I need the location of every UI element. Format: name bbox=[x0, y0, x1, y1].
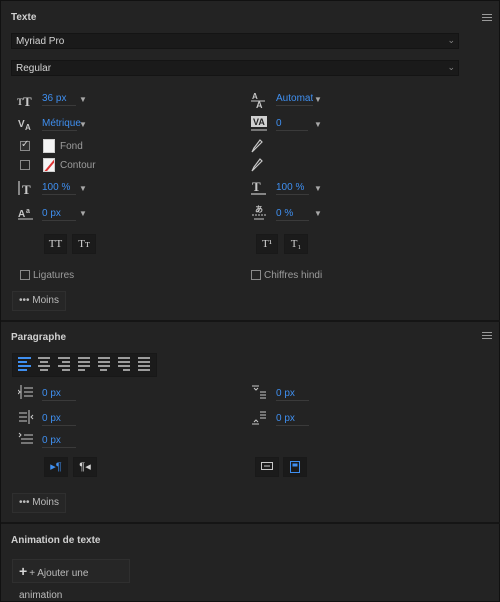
indent-left-icon bbox=[17, 385, 35, 401]
fill-label: Fond bbox=[60, 141, 83, 152]
baseline-shift-field[interactable]: 0 px bbox=[42, 208, 76, 221]
vertical-scale-icon: T bbox=[17, 180, 35, 197]
section-title-paragraphe: Paragraphe bbox=[11, 332, 67, 343]
section-title-animation: Animation de texte bbox=[11, 535, 101, 546]
add-animation-label: + Ajouter une animation bbox=[19, 568, 89, 601]
chevron-down-icon[interactable]: ▼ bbox=[314, 209, 322, 218]
svg-text:A: A bbox=[18, 209, 25, 220]
texte-less-button[interactable]: ••• Moins bbox=[12, 291, 66, 311]
text-box-auto-button[interactable] bbox=[255, 457, 279, 477]
stroke-label: Contour bbox=[60, 160, 96, 171]
svg-text:T: T bbox=[23, 94, 32, 108]
hamburger-icon[interactable] bbox=[482, 14, 492, 22]
eyedropper-icon[interactable] bbox=[251, 158, 263, 172]
kerning-icon: VA bbox=[17, 116, 35, 132]
hindi-digits-label: Chiffres hindi bbox=[264, 270, 323, 281]
rtl-direction-button[interactable]: ¶◂ bbox=[73, 457, 97, 477]
hamburger-icon[interactable] bbox=[482, 332, 492, 340]
chevron-down-icon[interactable]: ▼ bbox=[314, 120, 322, 129]
svg-text:A: A bbox=[25, 123, 31, 132]
stroke-checkbox[interactable] bbox=[20, 160, 30, 170]
space-before-icon bbox=[250, 385, 268, 401]
section-title-texte: Texte bbox=[11, 12, 37, 23]
plus-icon: + bbox=[19, 563, 28, 579]
font-family-dropdown[interactable]: Myriad Pro ⌄ bbox=[11, 33, 459, 49]
svg-text:V: V bbox=[18, 119, 25, 130]
chevron-down-icon[interactable]: ▼ bbox=[314, 95, 322, 104]
small-caps-button[interactable]: Tт bbox=[72, 234, 96, 254]
align-left-button[interactable] bbox=[18, 357, 34, 373]
all-caps-button[interactable]: TT bbox=[44, 234, 67, 254]
horizontal-scale-icon: T bbox=[250, 179, 268, 195]
svg-text:VA: VA bbox=[253, 117, 265, 127]
subscript-button[interactable]: T₁ bbox=[284, 234, 308, 254]
section-divider bbox=[1, 320, 500, 322]
paragraphe-less-button[interactable]: ••• Moins bbox=[12, 493, 66, 513]
chevron-down-icon[interactable]: ▼ bbox=[79, 184, 87, 193]
svg-text:T: T bbox=[252, 179, 261, 194]
kerning-field[interactable]: Métrique bbox=[42, 118, 81, 131]
text-box-fixed-button[interactable] bbox=[283, 457, 307, 477]
align-center-button[interactable] bbox=[38, 357, 54, 373]
chevron-down-icon[interactable]: ▼ bbox=[79, 120, 87, 129]
justify-center-button[interactable] bbox=[98, 357, 114, 373]
space-after-icon bbox=[250, 410, 268, 426]
horizontal-scale-field[interactable]: 100 % bbox=[276, 182, 309, 195]
fill-color-swatch[interactable] bbox=[43, 139, 55, 153]
align-right-button[interactable] bbox=[58, 357, 74, 373]
font-family-value: Myriad Pro bbox=[16, 36, 65, 47]
chevron-down-icon: ⌄ bbox=[447, 62, 455, 72]
ligatures-label: Ligatures bbox=[33, 270, 75, 281]
tsume-icon: あ bbox=[250, 204, 268, 220]
chevron-down-icon[interactable]: ▼ bbox=[79, 95, 87, 104]
eyedropper-icon[interactable] bbox=[251, 139, 263, 153]
section-divider bbox=[1, 522, 500, 524]
leading-field[interactable]: Automatic bbox=[276, 93, 313, 106]
chevron-down-icon[interactable]: ▼ bbox=[79, 209, 87, 218]
first-line-indent-field[interactable]: 0 px bbox=[42, 435, 76, 448]
tracking-icon: VA bbox=[250, 115, 268, 131]
svg-text:T: T bbox=[22, 182, 31, 196]
first-line-indent-icon bbox=[17, 432, 35, 448]
svg-text:あ: あ bbox=[255, 205, 263, 214]
superscript-button[interactable]: T¹ bbox=[256, 234, 278, 254]
font-style-value: Regular bbox=[16, 63, 52, 74]
svg-text:a: a bbox=[26, 208, 30, 215]
justify-left-button[interactable] bbox=[78, 357, 94, 373]
leading-icon: AA bbox=[250, 91, 268, 110]
font-size-field[interactable]: 36 px bbox=[42, 93, 76, 106]
tracking-field[interactable]: 0 bbox=[276, 118, 308, 131]
indent-right-field[interactable]: 0 px bbox=[42, 413, 76, 426]
indent-right-icon bbox=[17, 410, 35, 426]
space-before-field[interactable]: 0 px bbox=[276, 388, 309, 401]
essential-graphics-panel: Texte Myriad Pro ⌄ Regular ⌄ TT 36 px ▼ … bbox=[0, 0, 500, 602]
chevron-down-icon: ⌄ bbox=[447, 35, 455, 45]
space-after-field[interactable]: 0 px bbox=[276, 413, 309, 426]
font-style-dropdown[interactable]: Regular ⌄ bbox=[11, 60, 459, 76]
hindi-digits-checkbox[interactable] bbox=[251, 270, 261, 280]
fill-checkbox[interactable] bbox=[20, 139, 30, 151]
ltr-direction-button[interactable]: ▸¶ bbox=[44, 457, 68, 477]
font-size-icon: TT bbox=[17, 92, 35, 109]
indent-left-field[interactable]: 0 px bbox=[42, 388, 76, 401]
add-animation-button[interactable]: + + Ajouter une animation bbox=[12, 559, 130, 601]
chevron-down-icon[interactable]: ▼ bbox=[314, 184, 322, 193]
alignment-button-group bbox=[12, 353, 157, 377]
justify-right-button[interactable] bbox=[118, 357, 134, 373]
baseline-shift-icon: Aa bbox=[17, 205, 35, 221]
vertical-scale-field[interactable]: 100 % bbox=[42, 182, 76, 195]
justify-all-button[interactable] bbox=[138, 357, 154, 373]
stroke-color-swatch[interactable] bbox=[43, 158, 55, 172]
tsume-field[interactable]: 0 % bbox=[276, 208, 309, 221]
ligatures-checkbox[interactable] bbox=[20, 270, 30, 280]
